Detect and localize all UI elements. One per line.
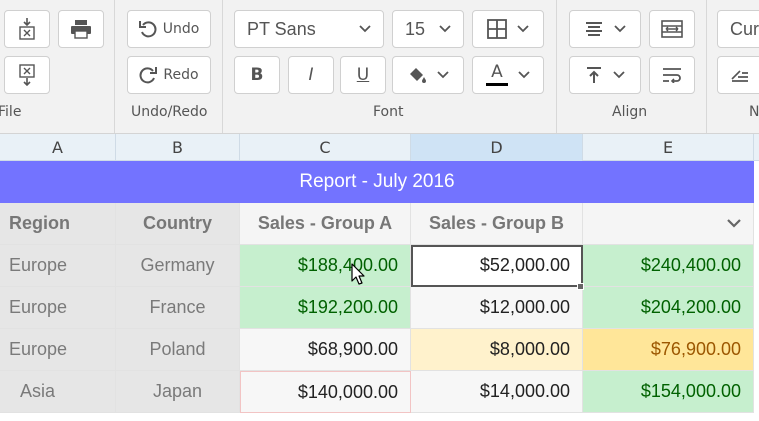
header-cell-total[interactable] bbox=[583, 203, 754, 245]
align-group-label: Align bbox=[612, 104, 648, 120]
table-cell[interactable]: $240,400.00 bbox=[583, 245, 754, 287]
align-lines-icon bbox=[586, 22, 602, 36]
table-cell[interactable]: $76,900.00 bbox=[583, 329, 754, 371]
chevron-down-icon bbox=[437, 71, 449, 79]
table-cell[interactable]: $154,000.00 bbox=[583, 371, 754, 413]
table-cell[interactable]: Europe bbox=[0, 329, 116, 371]
undoredo-group-label: Undo/Redo bbox=[131, 104, 208, 120]
export-button[interactable] bbox=[4, 56, 50, 94]
table-cell[interactable]: $68,900.00 bbox=[240, 329, 411, 371]
font-name-value: PT Sans bbox=[247, 18, 316, 39]
chevron-down-icon bbox=[439, 25, 451, 33]
number-group-label: N bbox=[749, 104, 759, 120]
table-cell[interactable]: $192,200.00 bbox=[240, 287, 411, 329]
group-separator bbox=[114, 0, 115, 133]
header-cell-sales-group-b[interactable]: Sales - Group B bbox=[411, 203, 583, 245]
font-name-select[interactable]: PT Sans bbox=[234, 10, 384, 48]
font-size-value: 15 bbox=[405, 18, 426, 39]
underline-button[interactable]: U bbox=[340, 56, 386, 94]
chevron-down-icon bbox=[613, 71, 625, 79]
import-xls-icon bbox=[19, 18, 35, 40]
font-color-button[interactable]: A bbox=[472, 56, 544, 94]
column-header-a[interactable]: A bbox=[0, 134, 116, 161]
header-cell-country[interactable]: Country bbox=[116, 203, 240, 245]
horizontal-align-button[interactable] bbox=[569, 10, 641, 48]
font-size-select[interactable]: 15 bbox=[392, 10, 464, 48]
redo-icon bbox=[139, 67, 158, 84]
import-button[interactable] bbox=[4, 10, 50, 48]
table-cell[interactable]: Asia bbox=[0, 371, 116, 413]
column-header-e[interactable]: E bbox=[583, 134, 754, 161]
table-cell[interactable]: $12,000.00 bbox=[411, 287, 583, 329]
merge-cells-button[interactable] bbox=[649, 10, 695, 48]
mouse-cursor-icon bbox=[351, 263, 365, 285]
number-format-value: Cur bbox=[730, 18, 759, 39]
paint-bucket-icon bbox=[410, 68, 426, 83]
chevron-down-icon bbox=[518, 71, 530, 79]
selected-cell[interactable]: $52,000.00 bbox=[411, 245, 583, 287]
vertical-align-button[interactable] bbox=[569, 56, 641, 94]
table-cell[interactable]: $14,000.00 bbox=[411, 371, 583, 413]
align-top-icon bbox=[587, 67, 601, 83]
borders-grid-icon bbox=[487, 19, 507, 39]
export-xls-icon bbox=[19, 64, 35, 86]
table-cell[interactable]: France bbox=[116, 287, 240, 329]
wrap-text-button[interactable] bbox=[649, 56, 695, 94]
column-header-b[interactable]: B bbox=[116, 134, 240, 161]
underline-label: U bbox=[356, 65, 370, 85]
borders-button[interactable] bbox=[472, 10, 544, 48]
wrap-text-icon bbox=[663, 68, 681, 83]
decimal-lines-icon bbox=[731, 70, 748, 82]
fill-color-button[interactable] bbox=[392, 56, 464, 94]
chevron-down-icon bbox=[614, 25, 626, 33]
redo-label: Redo bbox=[163, 67, 199, 83]
table-cell[interactable]: Poland bbox=[116, 329, 240, 371]
header-cell-sales-group-a[interactable]: Sales - Group A bbox=[240, 203, 411, 245]
font-group-label: Font bbox=[373, 104, 404, 120]
column-header-d[interactable]: D bbox=[411, 134, 583, 161]
decimal-button[interactable] bbox=[717, 56, 759, 94]
table-cell[interactable]: Japan bbox=[116, 371, 240, 413]
bold-label: B bbox=[250, 65, 264, 85]
number-format-select[interactable]: Cur bbox=[717, 10, 759, 48]
table-cell[interactable]: $140,000.00 bbox=[240, 371, 411, 413]
merge-cells-icon bbox=[661, 20, 683, 38]
font-color-label: A bbox=[491, 62, 503, 82]
table-cell[interactable]: $8,000.00 bbox=[411, 329, 583, 371]
italic-label: I bbox=[308, 65, 314, 85]
file-group-label: File bbox=[0, 104, 22, 120]
undo-icon bbox=[138, 21, 157, 38]
table-cell[interactable]: $188,400.00 bbox=[240, 245, 411, 287]
chevron-down-icon[interactable] bbox=[727, 219, 741, 228]
group-separator bbox=[706, 0, 707, 133]
redo-button[interactable]: Redo bbox=[127, 56, 211, 94]
table-cell[interactable]: Europe bbox=[0, 287, 116, 329]
bold-button[interactable]: B bbox=[234, 56, 280, 94]
print-button[interactable] bbox=[58, 10, 104, 48]
printer-icon bbox=[71, 20, 91, 39]
undo-label: Undo bbox=[162, 21, 200, 37]
font-color-swatch bbox=[486, 83, 508, 86]
italic-button[interactable]: I bbox=[288, 56, 334, 94]
undo-button[interactable]: Undo bbox=[127, 10, 211, 48]
column-header-c[interactable]: C bbox=[240, 134, 411, 161]
header-cell-region[interactable]: Region bbox=[0, 203, 116, 245]
column-header-bar: A B C D E bbox=[0, 134, 759, 161]
table-cell[interactable]: Europe bbox=[0, 245, 116, 287]
group-separator bbox=[222, 0, 223, 133]
table-cell[interactable]: Germany bbox=[116, 245, 240, 287]
fill-handle[interactable] bbox=[577, 283, 584, 290]
group-separator bbox=[556, 0, 557, 133]
chevron-down-icon bbox=[359, 25, 371, 33]
table-cell[interactable]: $204,200.00 bbox=[583, 287, 754, 329]
report-title-cell[interactable]: Report - July 2016 bbox=[0, 161, 754, 203]
toolbar-ribbon: File Undo Redo Undo/Redo PT Sans 15 B I … bbox=[0, 0, 759, 134]
chevron-down-icon bbox=[517, 25, 529, 33]
